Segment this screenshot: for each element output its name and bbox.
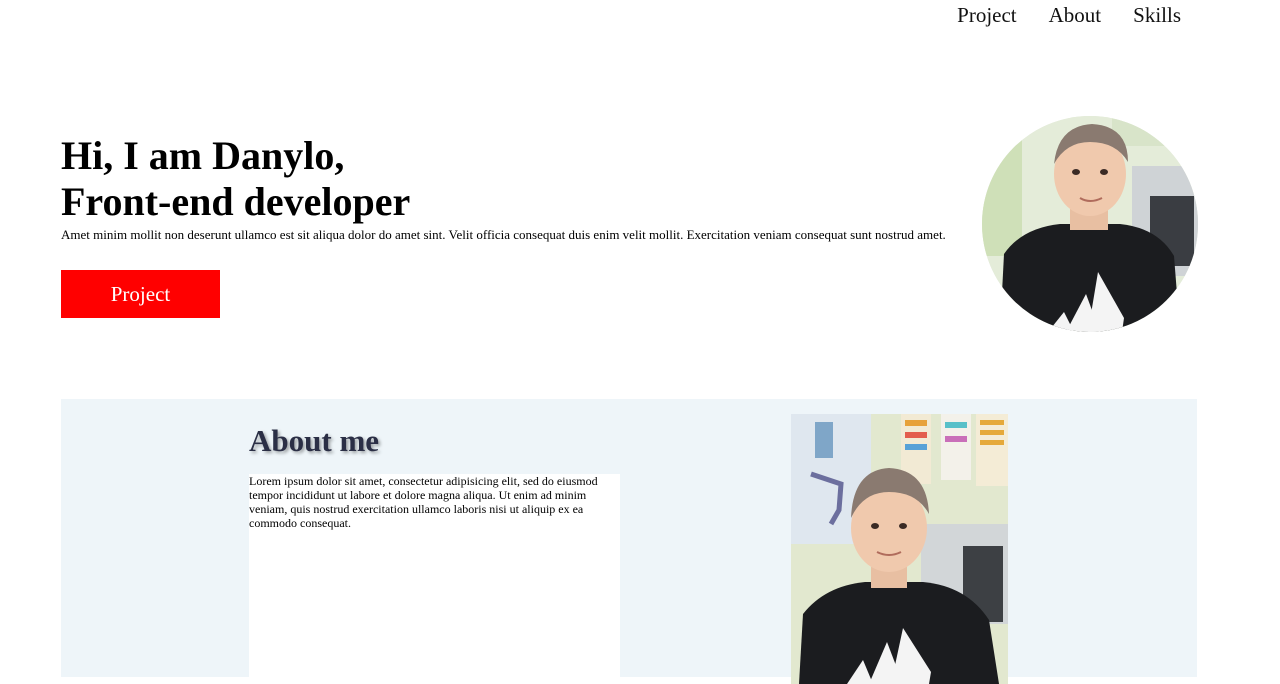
hero-title-line1: Hi, I am Danylo, — [61, 133, 345, 178]
profile-avatar — [982, 116, 1198, 332]
hero-title: Hi, I am Danylo, Front-end developer — [61, 133, 961, 225]
profile-photo — [982, 116, 1198, 332]
about-photo-image — [791, 414, 1008, 684]
about-section: About me Lorem ipsum dolor sit amet, con… — [61, 399, 1197, 684]
hero-title-line2: Front-end developer — [61, 179, 411, 224]
about-text-card: Lorem ipsum dolor sit amet, consectetur … — [249, 474, 620, 684]
top-nav: Project About Skills — [957, 4, 1181, 26]
nav-link-skills[interactable]: Skills — [1133, 4, 1181, 26]
nav-link-project[interactable]: Project — [957, 4, 1016, 26]
project-button[interactable]: Project — [61, 270, 220, 318]
about-text: Lorem ipsum dolor sit amet, consectetur … — [249, 474, 598, 530]
about-photo — [791, 414, 1008, 684]
hero-description: Amet minim mollit non deserunt ullamco e… — [61, 227, 946, 242]
about-title: About me — [249, 423, 380, 458]
nav-link-about[interactable]: About — [1049, 4, 1102, 26]
hero-text-block: Hi, I am Danylo, Front-end developer Ame… — [61, 133, 961, 242]
